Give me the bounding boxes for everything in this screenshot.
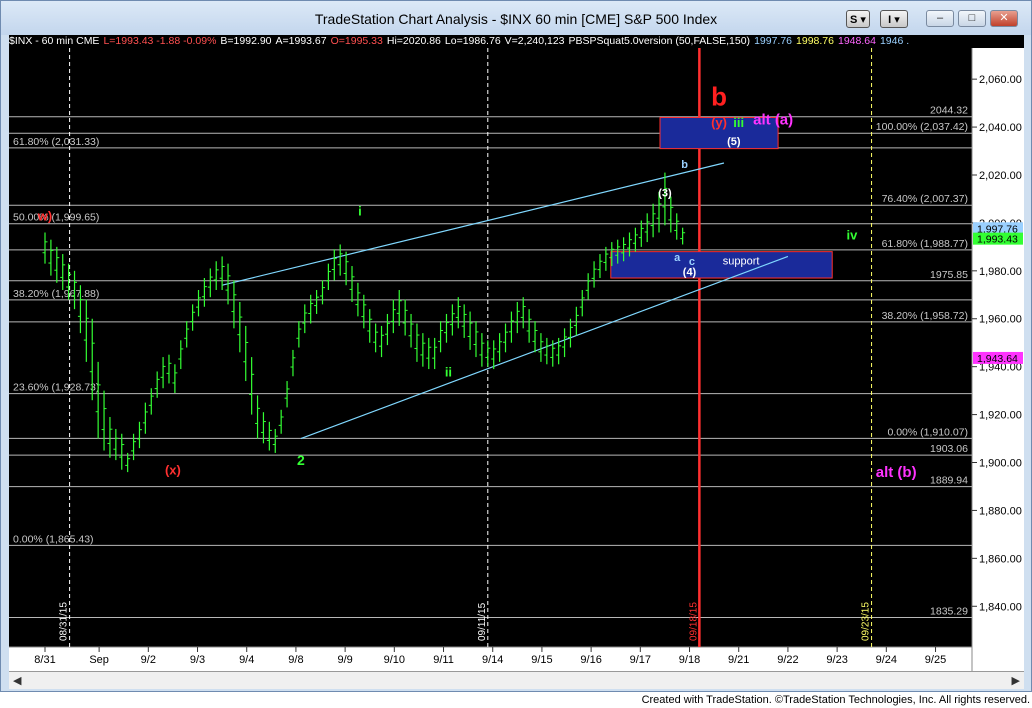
level-label: 61.80% (2,031.33) [13, 136, 99, 148]
wave-label: w) [37, 209, 52, 224]
wave-label: i [358, 204, 362, 219]
info-item: A=1993.67 [275, 35, 327, 47]
scroll-left-icon[interactable]: ◀ [13, 674, 21, 687]
wave-label: (5) [727, 136, 741, 148]
date-marker-label: 08/31/15 [59, 602, 70, 641]
date-tick-label: 9/16 [580, 654, 601, 666]
date-tick-label: 9/22 [777, 654, 798, 666]
price-tick-label: 1,900.00 [979, 458, 1022, 470]
info-item: Hi=2020.86 [386, 35, 441, 47]
wave-label: 2 [297, 452, 305, 468]
level-label: 38.20% (1,967.88) [13, 288, 99, 300]
info-item: O=1995.33 [330, 35, 383, 47]
info-item: 1998.76 [796, 35, 834, 47]
price-tick-label: 1,880.00 [979, 505, 1022, 517]
horizontal-scrollbar[interactable]: ◀ ▶ [9, 671, 1024, 689]
info-item: $INX - 60 min CME [9, 35, 100, 47]
date-tick-label: 9/18 [679, 654, 700, 666]
zone-box-support [610, 251, 833, 279]
wave-label: (y) [711, 115, 727, 130]
date-marker-label: 09/11/15 [477, 602, 488, 641]
info-item: 1948.64 [838, 35, 876, 47]
price-tick-label: 1,920.00 [979, 410, 1022, 422]
maximize-button[interactable]: □ [958, 10, 986, 27]
date-tick-label: 8/31 [34, 654, 55, 666]
wave-label: (3) [658, 188, 672, 200]
info-item: B=1992.90 [220, 35, 272, 47]
level-label: 0.00% (1,910.07) [887, 426, 968, 438]
wave-label: (x) [165, 462, 181, 477]
wave-label: iv [846, 228, 858, 243]
price-tag-label: 1,993.43 [977, 234, 1018, 246]
wave-label: b [681, 159, 688, 171]
date-tick-label: 9/24 [876, 654, 897, 666]
info-item: 1946 . [879, 35, 910, 47]
level-label: 100.00% (2,037.42) [876, 121, 968, 133]
date-tick-label: 9/15 [531, 654, 552, 666]
date-tick-label: 9/4 [239, 654, 254, 666]
level-label: 23.60% (1,928.73) [13, 382, 99, 394]
price-tick-label: 2,060.00 [979, 74, 1022, 86]
price-tick-label: 1,960.00 [979, 314, 1022, 326]
level-label: 1975.85 [930, 269, 968, 281]
date-marker-label: 09/18/15 [688, 602, 699, 641]
level-label: 61.80% (1,988.77) [882, 238, 968, 250]
plot-area [9, 48, 972, 647]
level-label: 0.00% (1,865.43) [13, 533, 94, 545]
wave-label: alt (b) [876, 464, 917, 481]
date-tick-label: 9/25 [925, 654, 946, 666]
minimize-button[interactable]: – [926, 10, 954, 27]
info-item: V=2,240,123 [504, 35, 565, 47]
price-tick-label: 1,840.00 [979, 601, 1022, 613]
quote-info-bar: $INX - 60 min CME L=1993.43 -1.88 -0.09% B… [9, 35, 1024, 48]
window-title: TradeStation Chart Analysis - $INX 60 mi… [314, 11, 718, 27]
date-tick-label: 9/21 [728, 654, 749, 666]
wave-label: alt (a) [753, 112, 793, 129]
date-tick-label: 9/2 [141, 654, 156, 666]
info-item: 1997.76 [754, 35, 793, 47]
close-button[interactable]: ✕ [990, 10, 1018, 27]
level-label: 1903.06 [930, 443, 968, 455]
wave-label: b [711, 82, 727, 112]
level-label: 76.40% (2,007.37) [882, 193, 968, 205]
info-item: L=1993.43 -1.88 -0.09% [103, 35, 217, 47]
date-tick-label: 9/3 [190, 654, 205, 666]
level-label: 1835.29 [930, 606, 968, 618]
date-tick-label: Sep [89, 654, 109, 666]
level-label: 50.00% (1,999.65) [13, 212, 99, 224]
title-bar: S ▾ I ▾ TradeStation Chart Analysis - $I… [1, 1, 1031, 35]
date-tick-label: 9/11 [433, 654, 454, 666]
price-tick-label: 1,860.00 [979, 553, 1022, 565]
level-label: 38.20% (1,958.72) [882, 310, 968, 322]
level-label: 2044.32 [930, 105, 968, 117]
price-tag-label: 1,943.64 [977, 353, 1018, 365]
price-chart[interactable]: 2,060.002,040.002,020.002,000.001,980.00… [9, 48, 1024, 671]
chart-window: S ▾ I ▾ TradeStation Chart Analysis - $I… [0, 0, 1032, 692]
date-tick-label: 9/23 [826, 654, 847, 666]
wave-label: (4) [683, 267, 697, 279]
scroll-right-icon[interactable]: ▶ [1012, 674, 1020, 687]
price-tick-label: 2,020.00 [979, 170, 1022, 182]
price-tick-label: 1,980.00 [979, 266, 1022, 278]
date-tick-label: 9/17 [630, 654, 651, 666]
date-tick-label: 9/14 [482, 654, 503, 666]
info-item: PBSPSquat5.0version (50,FALSE,150) [568, 35, 751, 47]
footer-credit: Created with TradeStation. ©TradeStation… [641, 694, 1030, 706]
wave-label: a [674, 252, 681, 264]
price-tick-label: 2,040.00 [979, 122, 1022, 134]
info-item: Lo=1986.76 [444, 35, 501, 47]
date-tick-label: 9/8 [288, 654, 303, 666]
wave-label: iii [733, 115, 744, 130]
level-label: 1889.94 [930, 475, 968, 487]
wave-label: ii [445, 364, 452, 379]
date-tick-label: 9/9 [337, 654, 352, 666]
date-marker-label: 09/23/15 [861, 602, 872, 641]
zone-label: support [723, 256, 760, 268]
date-tick-label: 9/10 [384, 654, 405, 666]
